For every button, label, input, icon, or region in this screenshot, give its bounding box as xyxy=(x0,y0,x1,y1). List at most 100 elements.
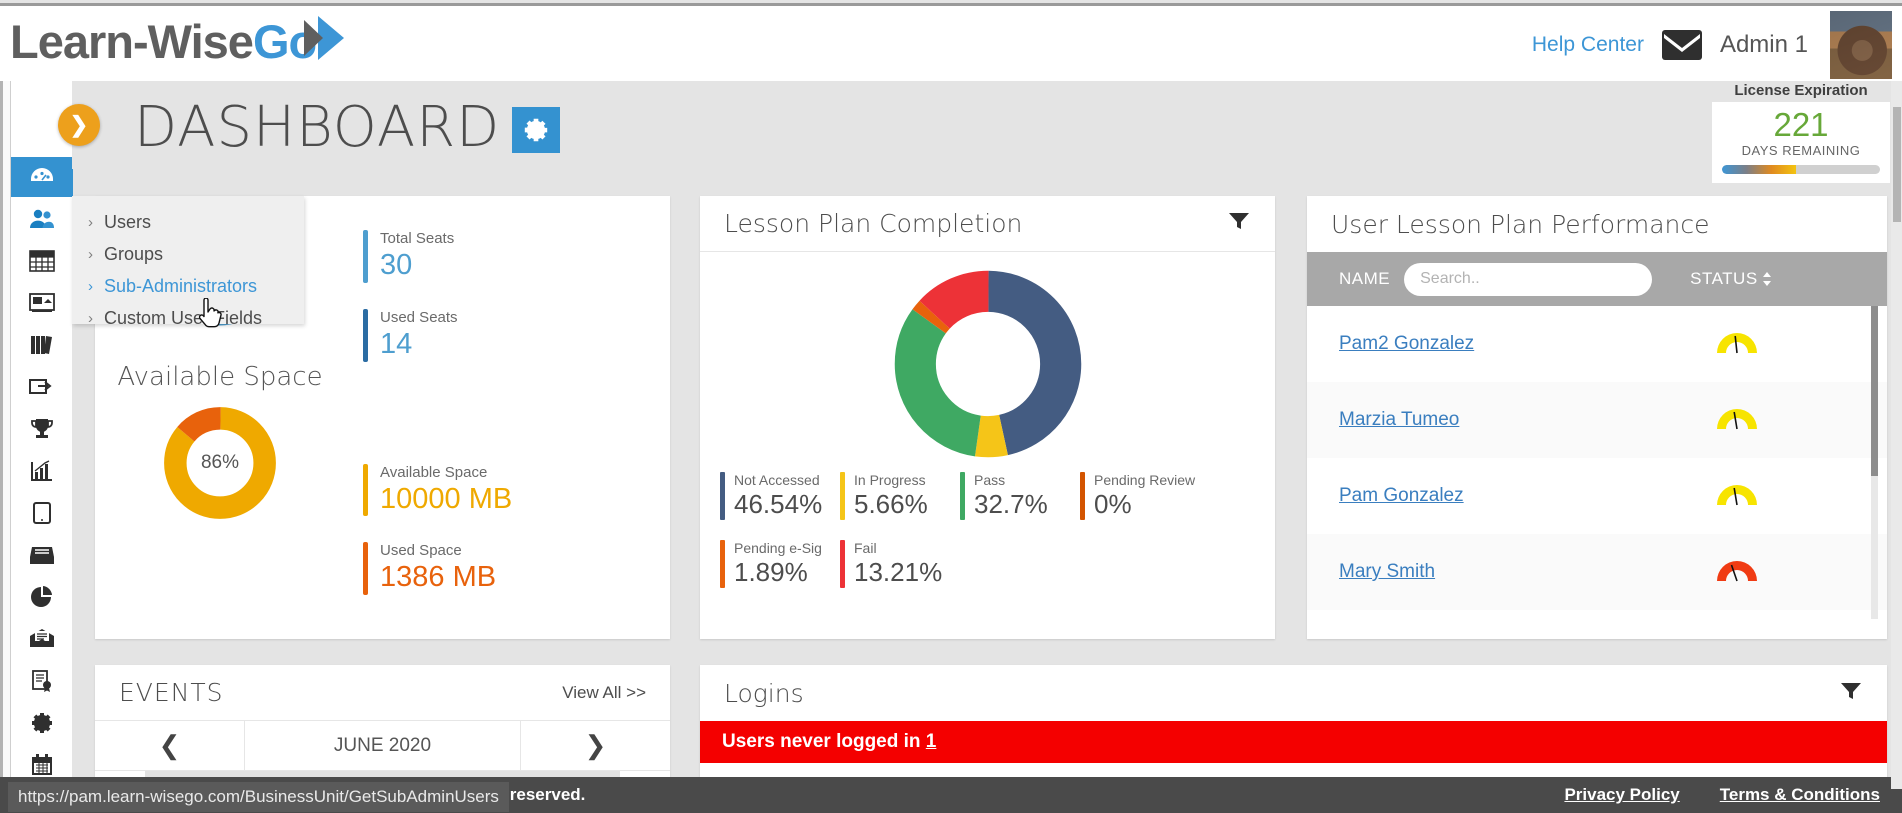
stat-label: Used Seats xyxy=(380,308,458,326)
chevron-left-icon: ❮ xyxy=(158,730,181,760)
open-envelope-icon xyxy=(30,629,54,647)
scrollbar-thumb[interactable] xyxy=(1871,306,1878,476)
users-group-icon xyxy=(30,209,54,228)
user-link[interactable]: Mary Smith xyxy=(1339,561,1435,583)
flyout-item-label: Sub-Administrators xyxy=(104,275,258,296)
funnel-filter-icon[interactable] xyxy=(1227,209,1251,238)
terms-conditions-link[interactable]: Terms & Conditions xyxy=(1720,785,1880,805)
flyout-item-label: Groups xyxy=(104,243,164,264)
scrollbar-thumb[interactable] xyxy=(1893,107,1901,222)
stat-color-bar xyxy=(363,230,368,283)
calendar-prev-button[interactable]: ❮ xyxy=(95,721,245,770)
legend-item-in-progress: In Progress 5.66% xyxy=(840,472,960,520)
stat-value: 10000 MB xyxy=(380,482,513,515)
stat-value: 14 xyxy=(380,327,413,360)
table-row[interactable]: Marzia Tumeo xyxy=(1307,382,1887,458)
legend-value: 1.89% xyxy=(734,556,808,587)
chevron-right-icon: ❯ xyxy=(69,112,89,137)
card-title: User Lesson Plan Performance xyxy=(1331,209,1710,239)
legend-item-pass: Pass 32.7% xyxy=(960,472,1080,520)
mail-icon[interactable] xyxy=(1661,30,1702,60)
legend-color-bar xyxy=(840,472,845,520)
sidebar-item-mobile[interactable] xyxy=(11,493,73,533)
admin-user-name[interactable]: Admin 1 xyxy=(1720,31,1808,59)
sidebar-item-dashboard[interactable] xyxy=(11,157,73,197)
sidebar-item-certificates[interactable] xyxy=(11,661,73,701)
page-scrollbar[interactable] xyxy=(1891,81,1902,789)
user-link[interactable]: Pam2 Gonzalez xyxy=(1339,333,1474,355)
stat-used-seats: Used Seats 14 xyxy=(363,308,670,362)
privacy-policy-link[interactable]: Privacy Policy xyxy=(1564,785,1679,805)
lesson-plan-card-header: Lesson Plan Completion xyxy=(700,196,1275,252)
search-input[interactable] xyxy=(1404,262,1653,296)
stat-label: Used Space xyxy=(380,542,462,560)
user-lesson-plan-performance-card: User Lesson Plan Performance NAME STATUS… xyxy=(1307,196,1887,639)
sidebar-item-users[interactable] xyxy=(11,199,73,239)
alert-count[interactable]: 1 xyxy=(926,731,937,752)
card-title: Logins xyxy=(724,678,804,708)
top-header-bar: Learn-WiseGo Help Center Admin 1 xyxy=(0,3,1902,81)
sidebar-item-settings[interactable] xyxy=(11,703,73,743)
flyout-item-custom-user-fields[interactable]: › Custom User Fields xyxy=(72,302,304,334)
calendar-next-button[interactable]: ❯ xyxy=(520,721,670,770)
sidebar-item-archive[interactable] xyxy=(11,535,73,575)
never-logged-in-alert[interactable]: Users never logged in 1 xyxy=(700,721,1887,763)
sidebar-item-achievements[interactable] xyxy=(11,409,73,449)
stat-label: Total Seats xyxy=(380,230,455,247)
help-center-link[interactable]: Help Center xyxy=(1532,33,1644,57)
dashboard-settings-button[interactable] xyxy=(512,107,560,153)
sidebar-item-grid[interactable] xyxy=(11,241,73,281)
alert-prefix: Users never logged in xyxy=(722,731,926,752)
assign-share-icon xyxy=(29,379,52,394)
sidebar-item-reports[interactable] xyxy=(11,451,73,491)
gear-icon xyxy=(524,118,548,142)
column-header-status-label: STATUS xyxy=(1690,269,1758,288)
sidebar-item-library[interactable] xyxy=(11,325,73,365)
flyout-item-sub-administrators[interactable]: › Sub-Administrators xyxy=(72,270,304,302)
app-logo[interactable]: Learn-WiseGo xyxy=(10,10,345,72)
bar-chart-icon xyxy=(31,460,52,481)
flyout-item-users[interactable]: › Users xyxy=(72,206,304,238)
license-days-value: 221 xyxy=(1773,106,1829,143)
license-expiration-box: 221 DAYS REMAINING xyxy=(1712,102,1890,183)
sidebar-item-analytics[interactable] xyxy=(11,577,73,617)
table-row[interactable]: Pam2 Gonzalez xyxy=(1307,306,1887,382)
stat-value: 30 xyxy=(380,249,413,281)
user-link[interactable]: Pam Gonzalez xyxy=(1339,485,1464,507)
sidebar-item-presentation[interactable] xyxy=(11,283,73,323)
legend-value: 46.54% xyxy=(734,488,823,519)
browser-status-url: https://pam.learn-wisego.com/BusinessUni… xyxy=(8,782,509,812)
user-link[interactable]: Marzia Tumeo xyxy=(1339,409,1459,431)
sidebar-item-assign[interactable] xyxy=(11,367,73,407)
flyout-item-label: Custom User Fields xyxy=(104,307,263,328)
view-all-link[interactable]: View All >> xyxy=(562,683,646,703)
chevron-right-icon: › xyxy=(88,309,93,327)
stat-available-space: Available Space 10000 MB xyxy=(363,463,670,517)
seats-stats-column: Total Seats 30 Used Seats 14 Available S… xyxy=(345,196,670,639)
page-title-bar: DASHBOARD xyxy=(72,81,1902,169)
trophy-icon xyxy=(31,419,53,438)
legend-label: Pending e-Sig xyxy=(734,539,822,556)
funnel-filter-icon[interactable] xyxy=(1839,679,1863,708)
legend-value: 32.7% xyxy=(974,488,1048,519)
sidebar-item-messages[interactable] xyxy=(11,619,73,659)
user-perf-table-header: NAME STATUS xyxy=(1307,252,1887,306)
flyout-item-groups[interactable]: › Groups xyxy=(72,238,304,270)
legend-value: 5.66% xyxy=(854,488,928,519)
table-row[interactable]: Pam Gonzalez xyxy=(1307,458,1887,534)
window-left-edge-inner xyxy=(3,3,10,813)
chevron-right-icon: › xyxy=(88,277,93,295)
legend-color-bar xyxy=(960,472,965,520)
column-header-name: NAME xyxy=(1339,269,1391,288)
status-gauge-icon xyxy=(1715,329,1759,360)
calendar-navigation: ❮ JUNE 2020 ❯ xyxy=(95,721,670,771)
avatar[interactable] xyxy=(1830,11,1892,79)
status-gauge-icon xyxy=(1715,481,1759,512)
sidebar-expand-toggle[interactable]: ❯ xyxy=(58,104,100,146)
sort-arrows-icon xyxy=(1762,272,1771,286)
inbox-tray-icon xyxy=(30,547,54,564)
tablet-icon xyxy=(33,502,51,524)
user-perf-scrollbar[interactable] xyxy=(1871,306,1878,619)
column-header-status[interactable]: STATUS xyxy=(1690,269,1772,289)
table-row[interactable]: Mary Smith xyxy=(1307,534,1887,610)
